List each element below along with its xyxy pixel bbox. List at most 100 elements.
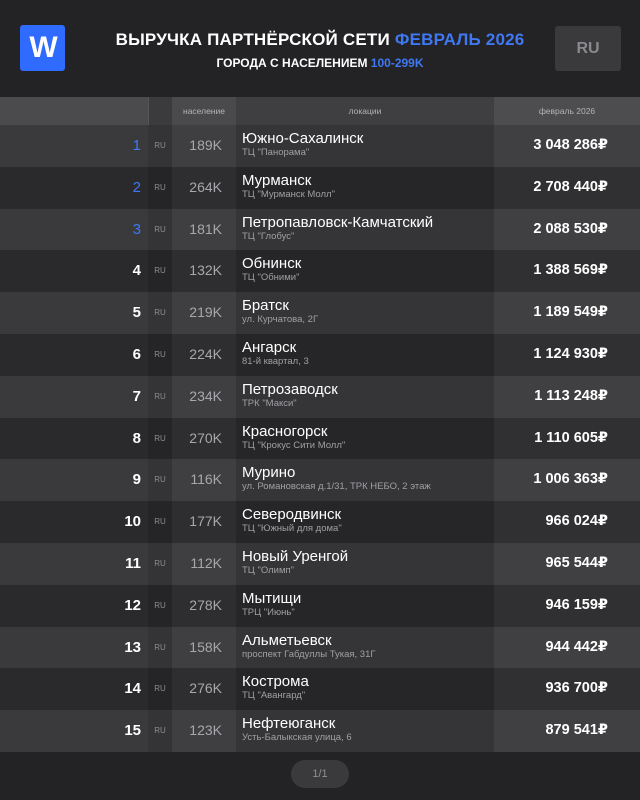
- table-row: 5 RU 219K Братск ул. Курчатова, 2Г 1 189 549₽: [0, 292, 640, 334]
- row-location: Мурино ул. Романовская д.1/31, ТРК НЕБО, …: [236, 459, 494, 502]
- row-address: ТЦ "Южный для дома": [242, 523, 342, 535]
- row-population: 276K: [172, 668, 236, 711]
- row-population: 270K: [172, 417, 236, 460]
- row-location: Южно-Сахалинск ТЦ "Панорама": [236, 125, 494, 167]
- row-address: Усть-Балыкская улица, 6: [242, 732, 352, 744]
- row-city: Ангарск: [242, 338, 297, 356]
- row-city: Мурино: [242, 464, 296, 482]
- row-rank: 8: [0, 417, 148, 460]
- row-population: 219K: [172, 292, 236, 334]
- row-city: Красногорск: [242, 422, 328, 440]
- row-location: Красногорск ТЦ "Крокус Сити Молл": [236, 417, 494, 460]
- table-row: 10 RU 177K Северодвинск ТЦ "Южный для дома" 9…: [0, 501, 640, 543]
- table-row: 2 RU 264K Мурманск ТЦ "Мурманск Молл" 2 708 4…: [0, 166, 640, 209]
- row-revenue: 2 088 530₽: [494, 208, 640, 251]
- row-rank: 4: [0, 250, 148, 293]
- subtitle-main: ГОРОДА С НАСЕЛЕНИЕМ: [216, 56, 368, 70]
- row-population: 278K: [172, 584, 236, 627]
- row-population: 123K: [172, 710, 236, 752]
- row-revenue: 965 544₽: [494, 542, 640, 585]
- row-rank: 3: [0, 208, 148, 251]
- row-rank: 12: [0, 584, 148, 627]
- row-address: ТРЦ "Июнь": [242, 606, 295, 618]
- row-location: Северодвинск ТЦ "Южный для дома": [236, 501, 494, 543]
- row-country: RU: [148, 626, 172, 669]
- row-rank: 13: [0, 626, 148, 669]
- row-address: 81-й квартал, 3: [242, 355, 309, 367]
- subtitle-line: ГОРОДА С НАСЕЛЕНИЕМ 100-299K: [90, 56, 550, 70]
- row-country: RU: [148, 417, 172, 460]
- row-address: ТЦ "Авангард": [242, 690, 306, 702]
- table-row: 15 RU 123K Нефтеюганск Усть-Балыкская улица,…: [0, 710, 640, 752]
- row-revenue: 1 110 605₽: [494, 417, 640, 460]
- row-address: ТЦ "Олимп": [242, 564, 295, 576]
- title-period: ФЕВРАЛЬ 2026: [394, 30, 525, 49]
- row-population: 189K: [172, 125, 236, 167]
- brand-logo: W: [20, 25, 65, 71]
- header-population: население: [172, 97, 236, 125]
- row-country: RU: [148, 333, 172, 376]
- row-location: Петрозаводск ТРК "Макси": [236, 375, 494, 418]
- row-city: Мытищи: [242, 589, 302, 607]
- row-rank: 2: [0, 166, 148, 209]
- row-city: Северодвинск: [242, 506, 342, 524]
- row-population: 264K: [172, 166, 236, 209]
- row-rank: 14: [0, 668, 148, 711]
- row-location: Петропавловск-Камчатский ТЦ "Глобус": [236, 208, 494, 251]
- row-location: Обнинск ТЦ "Обними": [236, 250, 494, 293]
- header-revenue: февраль 2026: [494, 97, 640, 125]
- table-header: население локации февраль 2026: [0, 97, 640, 125]
- row-location: Ангарск 81-й квартал, 3: [236, 333, 494, 376]
- table-row: 3 RU 181K Петропавловск-Камчатский ТЦ "Глобу…: [0, 208, 640, 251]
- table-row: 4 RU 132K Обнинск ТЦ "Обними" 1 388 569₽: [0, 250, 640, 293]
- row-population: 112K: [172, 542, 236, 585]
- row-rank: 7: [0, 375, 148, 418]
- table-row: 8 RU 270K Красногорск ТЦ "Крокус Сити Молл" 1…: [0, 417, 640, 460]
- header-rank: [0, 97, 148, 125]
- row-address: ТЦ "Обними": [242, 272, 300, 284]
- row-country: RU: [148, 125, 172, 167]
- row-rank: 5: [0, 292, 148, 334]
- row-population: 181K: [172, 208, 236, 251]
- table-row: 12 RU 278K Мытищи ТРЦ "Июнь" 946 159₽: [0, 584, 640, 627]
- row-city: Кострома: [242, 673, 309, 691]
- title-main: ВЫРУЧКА ПАРТНЁРСКОЙ СЕТИ: [115, 30, 390, 49]
- row-revenue: 879 541₽: [494, 710, 640, 752]
- row-revenue: 936 700₽: [494, 668, 640, 711]
- row-revenue: 2 708 440₽: [494, 166, 640, 209]
- row-location: Альметьевск проспект Габдуллы Тукая, 31Г: [236, 626, 494, 669]
- row-address: ТЦ "Крокус Сити Молл": [242, 439, 346, 451]
- row-city: Новый Уренгой: [242, 547, 349, 565]
- row-rank: 9: [0, 459, 148, 502]
- table-row: 11 RU 112K Новый Уренгой ТЦ "Олимп" 965 544₽: [0, 542, 640, 585]
- row-city: Нефтеюганск: [242, 715, 336, 733]
- row-country: RU: [148, 668, 172, 711]
- row-population: 224K: [172, 333, 236, 376]
- row-country: RU: [148, 166, 172, 209]
- row-rank: 1: [0, 125, 148, 167]
- row-city: Южно-Сахалинск: [242, 130, 364, 147]
- table-row: 6 RU 224K Ангарск 81-й квартал, 31 124 930₽: [0, 333, 640, 376]
- language-button[interactable]: RU: [555, 26, 621, 71]
- row-country: RU: [148, 292, 172, 334]
- title-line: ВЫРУЧКА ПАРТНЁРСКОЙ СЕТИ ФЕВРАЛЬ 2026: [90, 30, 550, 50]
- row-revenue: 3 048 286₽: [494, 125, 640, 167]
- subtitle-range: 100-299K: [370, 56, 424, 70]
- row-revenue: 1 006 363₽: [494, 459, 640, 502]
- row-rank: 6: [0, 333, 148, 376]
- row-country: RU: [148, 459, 172, 502]
- row-location: Братск ул. Курчатова, 2Г: [236, 292, 494, 334]
- row-city: Мурманск: [242, 171, 312, 189]
- table-row: 14 RU 276K Кострома ТЦ "Авангард" 936 700₽: [0, 668, 640, 711]
- row-country: RU: [148, 250, 172, 293]
- page-indicator[interactable]: 1/1: [291, 760, 349, 788]
- row-country: RU: [148, 208, 172, 251]
- header-country: [148, 97, 172, 125]
- row-address: ТРК "Макси": [242, 397, 297, 409]
- row-population: 177K: [172, 501, 236, 543]
- table-row: 1 RU 189K Южно-Сахалинск ТЦ "Панорама" 3 048 …: [0, 125, 640, 167]
- row-location: Мытищи ТРЦ "Июнь": [236, 584, 494, 627]
- row-address: ТЦ "Панорама": [242, 147, 310, 158]
- revenue-table: население локации февраль 2026 1 RU 189K Юж…: [0, 97, 640, 752]
- row-country: RU: [148, 584, 172, 627]
